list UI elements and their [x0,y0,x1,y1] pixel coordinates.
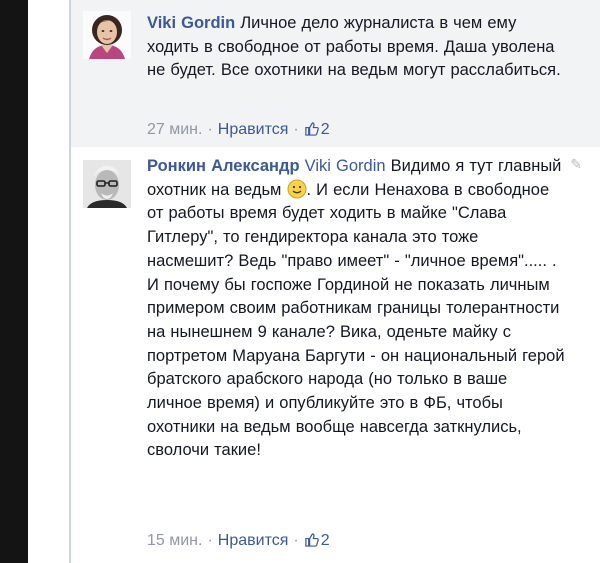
comment-viki-gordin: Viki Gordin Личное дело журналиста в чем… [71,0,600,147]
smiley-icon [287,179,307,199]
comment-ronkin-alexander: ✎ Ронкин Александр Viki Gordin Видимо я … [71,147,600,563]
comment-author[interactable]: Viki Gordin [147,14,235,32]
separator-dot: · [207,121,213,138]
comment-thread: Viki Gordin Личное дело журналиста в чем… [69,0,600,563]
like-link[interactable]: Нравится [218,532,289,549]
like-link[interactable]: Нравится [218,121,289,138]
like-count[interactable]: 2 [319,121,330,138]
edit-pencil-icon[interactable]: ✎ [570,156,582,173]
avatar-image [83,11,131,59]
avatar-image [83,160,131,208]
left-dark-panel [0,0,28,563]
comment-meta: 27 мин. · Нравится · 2 [147,121,330,141]
avatar-viki-gordin[interactable] [83,11,131,59]
comment-time[interactable]: 15 мин. [147,532,202,549]
comment-body: Viki Gordin Личное дело журналиста в чем… [147,12,567,83]
like-count[interactable]: 2 [319,532,330,549]
mention-viki-gordin[interactable]: Viki Gordin [305,157,386,175]
comment-author[interactable]: Ронкин Александр [147,157,300,175]
separator-dot: · [293,532,299,549]
avatar-ronkin-alexander[interactable] [83,160,131,208]
comment-body: Ронкин Александр Viki Gordin Видимо я ту… [147,155,567,463]
thumbs-up-icon [304,121,319,141]
comment-text-part2: . И если Ненахова в свободное от работы … [147,180,565,460]
thumbs-up-icon [304,532,319,552]
separator-dot: · [293,121,299,138]
separator-dot: · [207,532,213,549]
comment-time[interactable]: 27 мин. [147,121,202,138]
comment-meta: 15 мин. · Нравится · 2 [147,532,330,552]
